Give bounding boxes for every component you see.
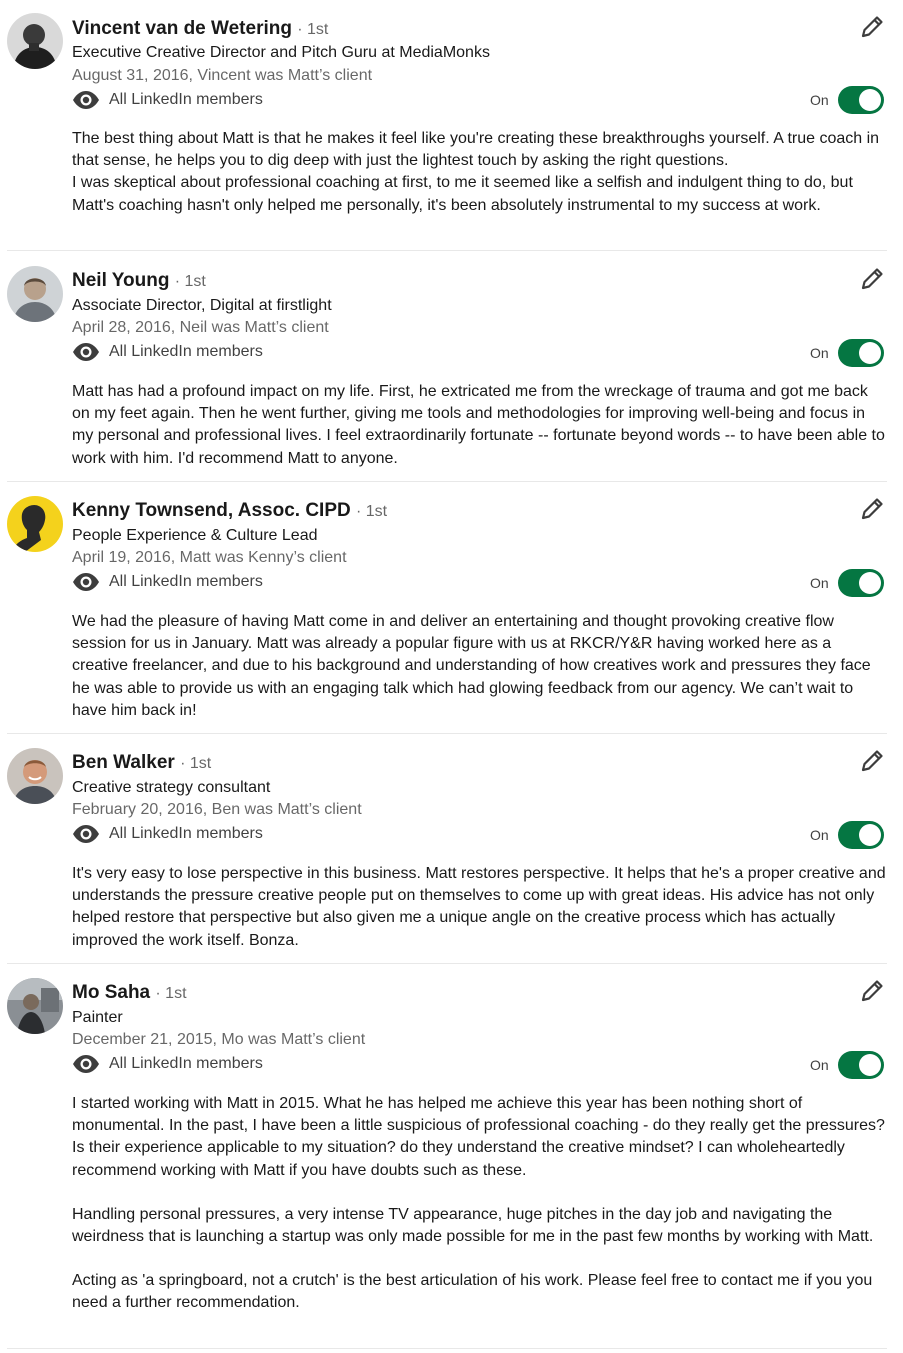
visibility-label: All LinkedIn members	[109, 573, 263, 590]
recommendation-paragraph: Acting as 'a springboard, not a crutch' …	[72, 1272, 873, 1312]
pencil-icon	[861, 498, 883, 520]
toggle-label: On	[810, 575, 829, 591]
recommendation-date-relationship: February 20, 2016, Ben was Matt’s client	[72, 801, 362, 818]
recommendation-text: The best thing about Matt is that he mak…	[72, 128, 887, 217]
show-recommendation-toggle[interactable]: On	[810, 338, 884, 368]
recommendation-date-relationship: April 28, 2016, Neil was Matt’s client	[72, 319, 329, 336]
recommender-name[interactable]: Mo Saha	[72, 982, 150, 1003]
recommendation-date-relationship: August 31, 2016, Vincent was Matt’s clie…	[72, 67, 373, 84]
edit-button[interactable]	[858, 495, 886, 523]
toggle-switch[interactable]	[838, 821, 884, 849]
recommendation-paragraph: Handling personal pressures, a very inte…	[72, 1205, 874, 1246]
edit-button[interactable]	[858, 13, 886, 41]
visibility-setting[interactable]: All LinkedIn members	[72, 340, 263, 364]
edit-button[interactable]	[858, 747, 886, 775]
eye-icon	[73, 1055, 99, 1073]
eye-icon	[73, 91, 99, 109]
toggle-label: On	[810, 92, 829, 108]
pencil-icon	[861, 750, 883, 772]
recommendation-date-relationship: December 21, 2015, Mo was Matt’s client	[72, 1031, 366, 1048]
edit-button[interactable]	[858, 265, 886, 293]
toggle-switch[interactable]	[838, 86, 884, 114]
pencil-icon	[861, 16, 883, 38]
visibility-setting[interactable]: All LinkedIn members	[72, 88, 263, 112]
connection-degree: · 1st	[180, 755, 212, 772]
show-recommendation-toggle[interactable]: On	[810, 568, 884, 598]
eye-icon	[73, 343, 99, 361]
recommendation-paragraph: It's very easy to lose perspective in th…	[72, 865, 886, 949]
name-line: Neil Young · 1st	[72, 269, 206, 294]
divider	[7, 1348, 887, 1349]
pencil-icon	[861, 980, 883, 1002]
show-recommendation-toggle[interactable]: On	[810, 1050, 884, 1080]
recommendation-paragraph: We had the pleasure of having Matt come …	[72, 613, 871, 719]
divider	[7, 963, 887, 964]
divider	[7, 733, 887, 734]
recommendation-text: Matt has had a profound impact on my lif…	[72, 381, 887, 470]
recommender-name[interactable]: Ben Walker	[72, 752, 175, 773]
eye-icon	[73, 573, 99, 591]
eye-icon	[73, 825, 99, 843]
recommender-name[interactable]: Neil Young	[72, 270, 169, 291]
visibility-label: All LinkedIn members	[109, 91, 263, 108]
show-recommendation-toggle[interactable]: On	[810, 820, 884, 850]
recommendation-paragraph: I was skeptical about professional coach…	[72, 174, 853, 214]
recommendation-text: We had the pleasure of having Matt come …	[72, 611, 887, 722]
connection-degree: · 1st	[155, 985, 187, 1002]
edit-button[interactable]	[858, 977, 886, 1005]
recommender-headline: People Experience & Culture Lead	[72, 527, 318, 544]
toggle-switch[interactable]	[838, 339, 884, 367]
connection-degree: · 1st	[356, 503, 388, 520]
visibility-setting[interactable]: All LinkedIn members	[72, 822, 263, 846]
avatar[interactable]	[7, 978, 63, 1034]
recommender-headline: Painter	[72, 1009, 123, 1026]
visibility-label: All LinkedIn members	[109, 343, 263, 360]
recommender-name[interactable]: Vincent van de Wetering	[72, 18, 292, 39]
toggle-switch[interactable]	[838, 1051, 884, 1079]
recommender-name[interactable]: Kenny Townsend, Assoc. CIPD	[72, 500, 351, 521]
toggle-switch[interactable]	[838, 569, 884, 597]
avatar[interactable]	[7, 496, 63, 552]
recommendation-text: It's very easy to lose perspective in th…	[72, 863, 887, 952]
toggle-label: On	[810, 345, 829, 361]
visibility-label: All LinkedIn members	[109, 1055, 263, 1072]
avatar[interactable]	[7, 13, 63, 69]
visibility-label: All LinkedIn members	[109, 825, 263, 842]
recommender-headline: Associate Director, Digital at firstligh…	[72, 297, 332, 314]
recommendation-text: I started working with Matt in 2015. Wha…	[72, 1093, 887, 1315]
recommendation-date-relationship: April 19, 2016, Matt was Kenny’s client	[72, 549, 347, 566]
connection-degree: · 1st	[174, 273, 206, 290]
toggle-label: On	[810, 1057, 829, 1073]
name-line: Ben Walker · 1st	[72, 751, 211, 776]
name-line: Kenny Townsend, Assoc. CIPD · 1st	[72, 499, 387, 524]
name-line: Vincent van de Wetering · 1st	[72, 17, 328, 42]
connection-degree: · 1st	[297, 21, 329, 38]
recommendation-paragraph: I started working with Matt in 2015. Wha…	[72, 1095, 885, 1179]
recommendation-paragraph: The best thing about Matt is that he mak…	[72, 130, 880, 170]
recommendation-paragraph: Matt has had a profound impact on my lif…	[72, 383, 885, 467]
divider	[7, 250, 887, 251]
divider	[7, 481, 887, 482]
avatar[interactable]	[7, 266, 63, 322]
avatar[interactable]	[7, 748, 63, 804]
visibility-setting[interactable]: All LinkedIn members	[72, 570, 263, 594]
pencil-icon	[861, 268, 883, 290]
recommender-headline: Executive Creative Director and Pitch Gu…	[72, 44, 490, 61]
show-recommendation-toggle[interactable]: On	[810, 85, 884, 115]
toggle-label: On	[810, 827, 829, 843]
visibility-setting[interactable]: All LinkedIn members	[72, 1052, 263, 1076]
recommender-headline: Creative strategy consultant	[72, 779, 271, 796]
name-line: Mo Saha · 1st	[72, 981, 187, 1006]
